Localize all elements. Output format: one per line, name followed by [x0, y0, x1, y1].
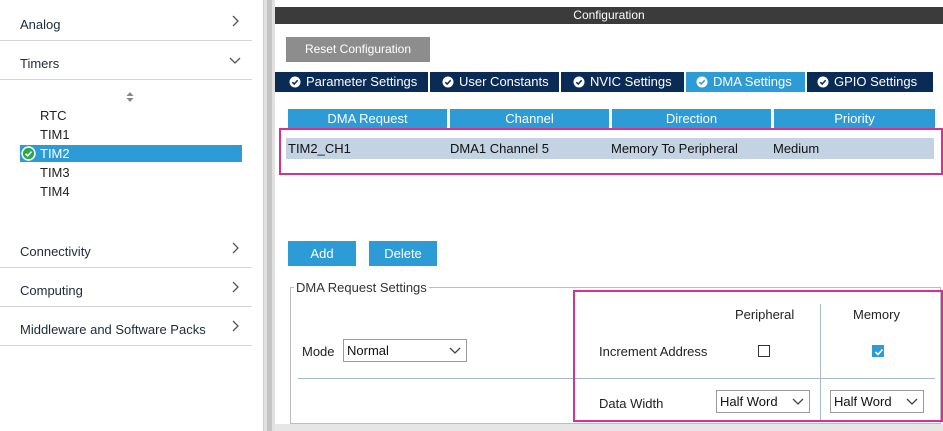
category-computing[interactable]: Computing [0, 269, 252, 307]
category-label: Computing [20, 283, 83, 298]
highlight-frame-settings [573, 290, 943, 422]
tab-label: GPIO Settings [834, 74, 918, 89]
bottom-border [275, 424, 943, 431]
check-circle-icon [573, 76, 585, 88]
timer-item-rtc[interactable]: RTC [40, 107, 66, 124]
tab-user-constants[interactable]: User Constants [430, 72, 559, 92]
check-circle-icon [289, 76, 301, 88]
column-header-channel[interactable]: Channel [450, 109, 609, 129]
timer-item-tim4[interactable]: TIM4 [40, 183, 70, 200]
chevron-right-icon [232, 281, 239, 293]
tab-label: DMA Settings [713, 74, 792, 89]
reset-configuration-button[interactable]: Reset Configuration [286, 37, 430, 62]
mode-select-value: Normal [347, 343, 389, 358]
tab-nvic-settings[interactable]: NVIC Settings [561, 72, 684, 92]
column-header-direction[interactable]: Direction [612, 109, 771, 129]
chevron-down-icon [449, 347, 461, 354]
configuration-title: Configuration [275, 7, 943, 24]
chevron-right-icon [232, 320, 239, 332]
settings-group-title: DMA Request Settings [294, 280, 429, 295]
configuration-panel: Configuration Reset Configuration Parame… [275, 0, 943, 431]
timer-item-tim3[interactable]: TIM3 [40, 164, 70, 181]
category-label: Middleware and Software Packs [20, 322, 206, 337]
category-label: Timers [20, 56, 60, 71]
category-middleware[interactable]: Middleware and Software Packs [0, 308, 252, 346]
category-connectivity[interactable]: Connectivity [0, 230, 252, 268]
tab-label: NVIC Settings [590, 74, 672, 89]
category-analog[interactable]: Analog [0, 3, 252, 41]
panel-scrollbar[interactable] [263, 0, 275, 431]
chevron-right-icon [232, 242, 239, 254]
chevron-right-icon [232, 15, 239, 27]
column-header-dma-request[interactable]: DMA Request [288, 109, 447, 129]
category-timers[interactable]: Timers [0, 42, 252, 80]
column-header-priority[interactable]: Priority [774, 109, 935, 129]
tab-gpio-settings[interactable]: GPIO Settings [807, 72, 933, 92]
timer-item-tim2[interactable]: TIM2 [20, 145, 242, 162]
tab-parameter-settings[interactable]: Parameter Settings [275, 72, 428, 92]
category-label: Connectivity [20, 244, 91, 259]
add-button[interactable]: Add [288, 241, 356, 266]
check-circle-icon [696, 76, 708, 88]
categories-panel: Analog Timers RTC TIM1 TIM2 TIM3 TIM4 Co… [0, 0, 263, 431]
chevron-down-icon [229, 57, 241, 64]
highlight-frame-table [279, 128, 943, 175]
tab-label: Parameter Settings [306, 74, 418, 89]
tab-label: User Constants [459, 74, 549, 89]
delete-button[interactable]: Delete [369, 241, 437, 266]
mode-label: Mode [302, 344, 335, 359]
sort-icon[interactable] [124, 90, 136, 104]
check-circle-icon [21, 146, 36, 161]
mode-select[interactable]: Normal [343, 339, 467, 362]
check-circle-icon [442, 76, 454, 88]
check-circle-icon [817, 76, 829, 88]
tab-dma-settings[interactable]: DMA Settings [686, 72, 805, 92]
scrollbar-thumb[interactable] [267, 0, 272, 431]
timer-item-tim1[interactable]: TIM1 [40, 126, 70, 143]
timer-label: TIM2 [40, 146, 70, 161]
category-label: Analog [20, 17, 61, 32]
